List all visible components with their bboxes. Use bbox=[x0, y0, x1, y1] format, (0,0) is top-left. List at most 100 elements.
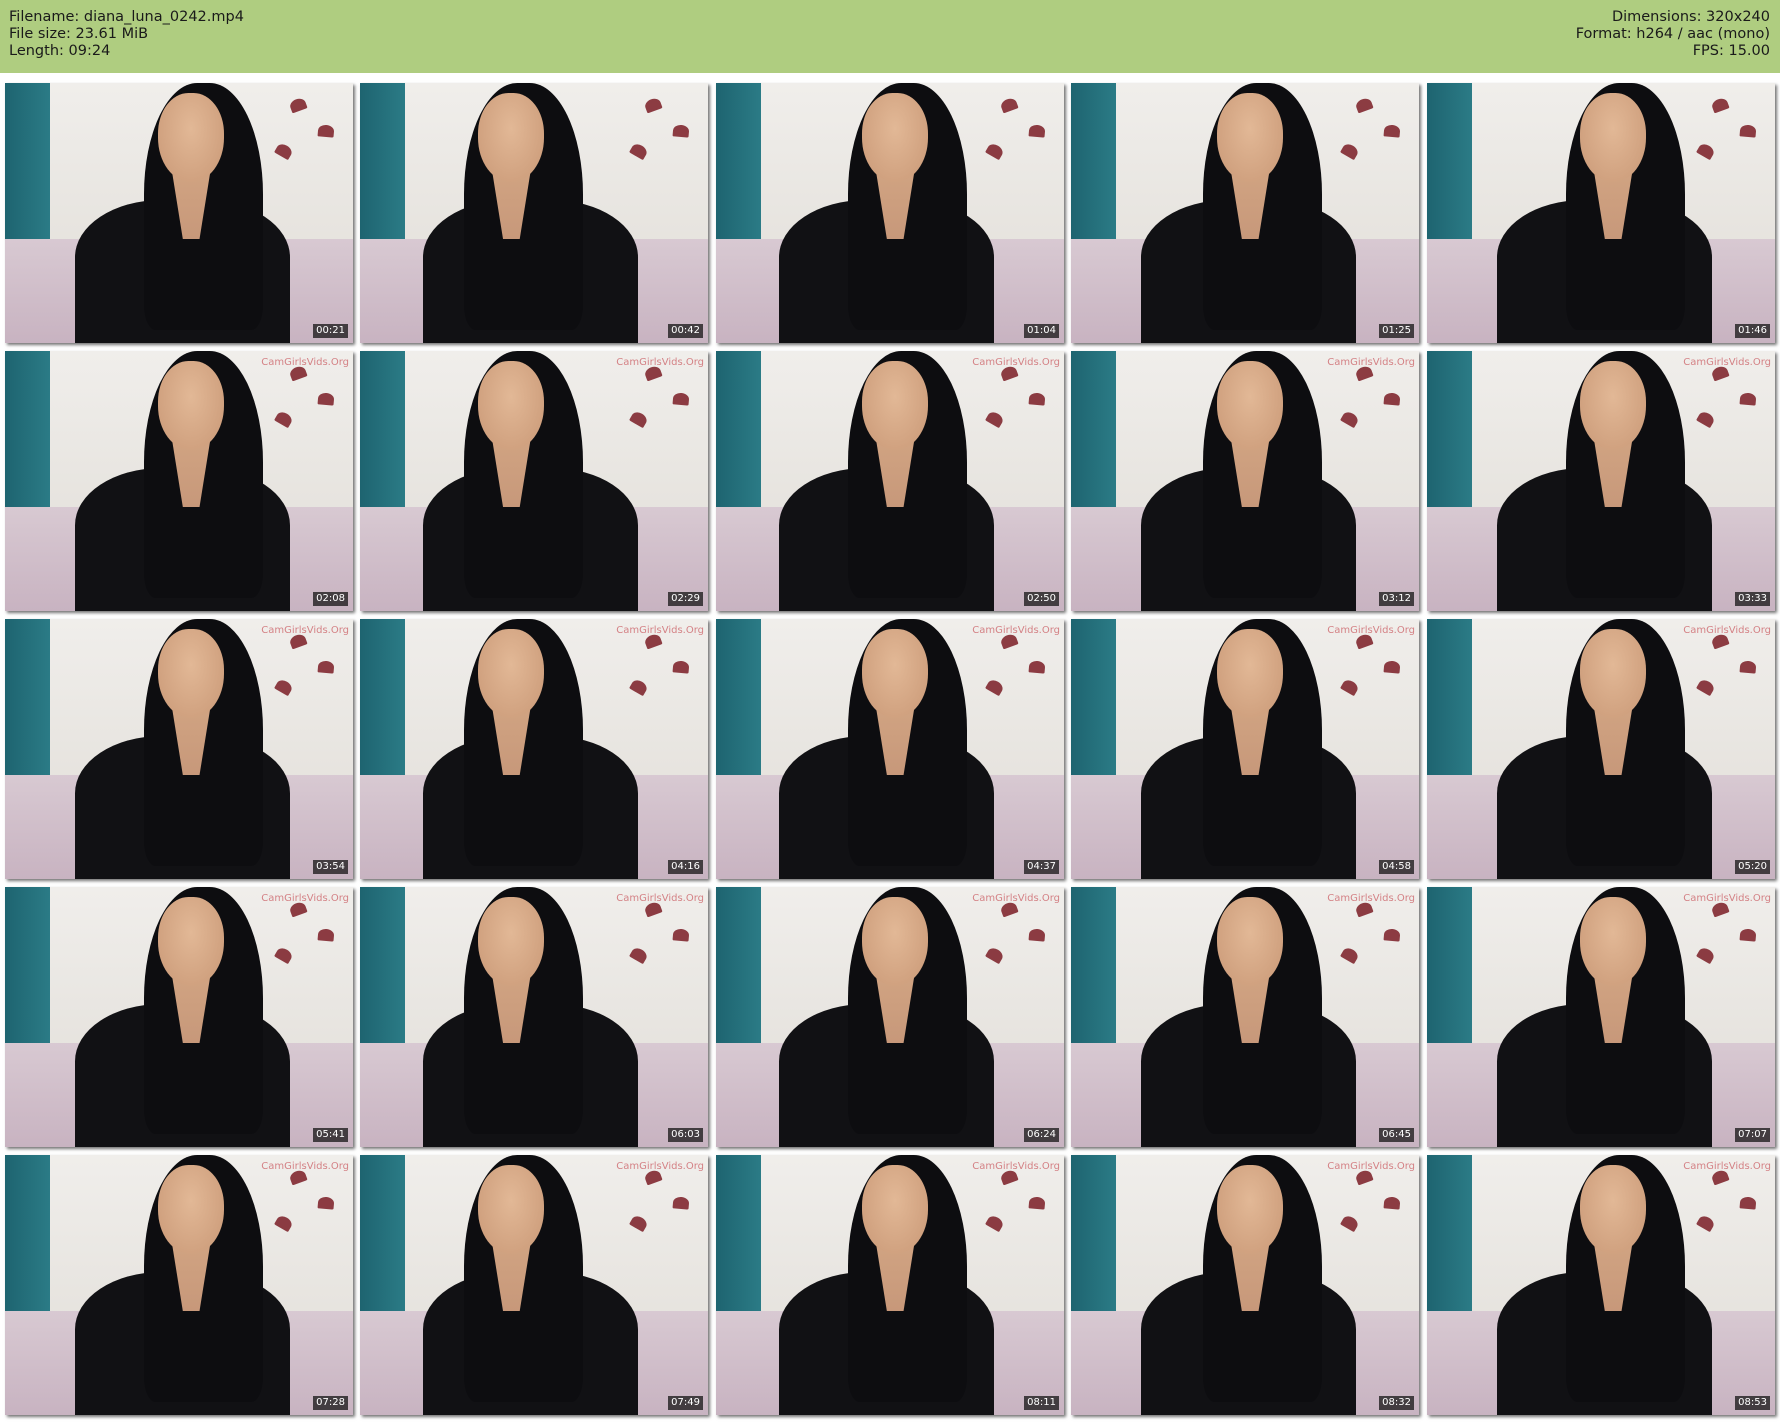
video-thumbnail: CamGirlsVids.Org 05:20 bbox=[1427, 619, 1775, 879]
video-thumbnail: 01:04 bbox=[716, 83, 1064, 343]
person-face bbox=[1580, 93, 1647, 182]
video-thumbnail: CamGirlsVids.Org 02:50 bbox=[716, 351, 1064, 611]
video-thumbnail: 01:46 bbox=[1427, 83, 1775, 343]
thumbnail-wall-left bbox=[360, 351, 406, 518]
file-info-right: Dimensions: 320x240 Format: h264 / aac (… bbox=[1576, 9, 1770, 60]
video-thumbnail: CamGirlsVids.Org 06:03 bbox=[360, 887, 708, 1147]
video-thumbnail: CamGirlsVids.Org 05:41 bbox=[5, 887, 353, 1147]
timestamp-label: 03:12 bbox=[1379, 592, 1414, 606]
video-thumbnail: CamGirlsVids.Org 08:53 bbox=[1427, 1155, 1775, 1415]
video-thumbnail: CamGirlsVids.Org 06:45 bbox=[1071, 887, 1419, 1147]
person-face bbox=[478, 93, 545, 182]
watermark-text: CamGirlsVids.Org bbox=[1327, 357, 1415, 368]
watermark-text: CamGirlsVids.Org bbox=[1683, 893, 1771, 904]
thumbnail-wall-left bbox=[360, 1155, 406, 1322]
person-face bbox=[862, 897, 929, 986]
person-face bbox=[478, 629, 545, 718]
timestamp-label: 01:04 bbox=[1024, 324, 1059, 338]
person-face bbox=[1217, 629, 1284, 718]
watermark-text: CamGirlsVids.Org bbox=[616, 1161, 704, 1172]
watermark-text: CamGirlsVids.Org bbox=[972, 357, 1060, 368]
person-face bbox=[158, 93, 225, 182]
filename-text: Filename: diana_luna_0242.mp4 bbox=[9, 9, 244, 25]
watermark-text: CamGirlsVids.Org bbox=[972, 625, 1060, 636]
thumbnail-wall-left bbox=[1427, 1155, 1473, 1322]
watermark-text: CamGirlsVids.Org bbox=[616, 357, 704, 368]
person-face bbox=[478, 361, 545, 450]
thumbnail-wall-left bbox=[1427, 351, 1473, 518]
thumbnail-wall-left bbox=[360, 887, 406, 1054]
timestamp-label: 03:54 bbox=[313, 860, 348, 874]
timestamp-label: 08:32 bbox=[1379, 1396, 1414, 1410]
timestamp-label: 05:20 bbox=[1735, 860, 1770, 874]
thumbnail-wall-left bbox=[360, 83, 406, 250]
timestamp-label: 01:25 bbox=[1379, 324, 1414, 338]
video-thumbnail: CamGirlsVids.Org 07:07 bbox=[1427, 887, 1775, 1147]
thumbnail-wall-left bbox=[1071, 887, 1117, 1054]
video-thumbnail: CamGirlsVids.Org 04:58 bbox=[1071, 619, 1419, 879]
thumbnail-wall-left bbox=[5, 887, 51, 1054]
thumbnail-wall-left bbox=[1427, 619, 1473, 786]
video-thumbnail: CamGirlsVids.Org 03:12 bbox=[1071, 351, 1419, 611]
timestamp-label: 00:42 bbox=[668, 324, 703, 338]
timestamp-label: 02:08 bbox=[313, 592, 348, 606]
person-face bbox=[1580, 897, 1647, 986]
video-thumbnail: CamGirlsVids.Org 04:16 bbox=[360, 619, 708, 879]
video-thumbnail: CamGirlsVids.Org 07:28 bbox=[5, 1155, 353, 1415]
person-face bbox=[1217, 93, 1284, 182]
length-text: Length: 09:24 bbox=[9, 43, 111, 59]
video-thumbnail: CamGirlsVids.Org 04:37 bbox=[716, 619, 1064, 879]
timestamp-label: 01:46 bbox=[1735, 324, 1770, 338]
video-thumbnail: CamGirlsVids.Org 03:33 bbox=[1427, 351, 1775, 611]
person-face bbox=[1580, 361, 1647, 450]
thumbnail-wall-left bbox=[5, 619, 51, 786]
person-face bbox=[1580, 1165, 1647, 1254]
watermark-text: CamGirlsVids.Org bbox=[1683, 625, 1771, 636]
person-face bbox=[862, 1165, 929, 1254]
watermark-text: CamGirlsVids.Org bbox=[261, 893, 349, 904]
person-face bbox=[1217, 361, 1284, 450]
watermark-text: CamGirlsVids.Org bbox=[261, 1161, 349, 1172]
watermark-text: CamGirlsVids.Org bbox=[1327, 1161, 1415, 1172]
fps-text: FPS: 15.00 bbox=[1692, 43, 1770, 59]
person-face bbox=[478, 1165, 545, 1254]
timestamp-label: 04:58 bbox=[1379, 860, 1414, 874]
watermark-text: CamGirlsVids.Org bbox=[1683, 357, 1771, 368]
info-header: Filename: diana_luna_0242.mp4 File size:… bbox=[0, 0, 1780, 73]
thumbnail-wall-left bbox=[5, 1155, 51, 1322]
timestamp-label: 00:21 bbox=[313, 324, 348, 338]
timestamp-label: 04:37 bbox=[1024, 860, 1059, 874]
thumbnail-wall-left bbox=[360, 619, 406, 786]
watermark-text: CamGirlsVids.Org bbox=[261, 625, 349, 636]
watermark-text: CamGirlsVids.Org bbox=[261, 357, 349, 368]
format-text: Format: h264 / aac (mono) bbox=[1575, 26, 1770, 42]
video-thumbnail: CamGirlsVids.Org 02:29 bbox=[360, 351, 708, 611]
video-thumbnail: CamGirlsVids.Org 06:24 bbox=[716, 887, 1064, 1147]
timestamp-label: 05:41 bbox=[313, 1128, 348, 1142]
timestamp-label: 07:49 bbox=[668, 1396, 703, 1410]
watermark-text: CamGirlsVids.Org bbox=[616, 625, 704, 636]
thumbnail-grid: 00:21 00:42 01:04 01:25 01:46 CamGirlsVids.Or… bbox=[0, 73, 1780, 1423]
timestamp-label: 07:07 bbox=[1735, 1128, 1770, 1142]
timestamp-label: 02:29 bbox=[668, 592, 703, 606]
thumbnail-wall-left bbox=[1071, 619, 1117, 786]
thumbnail-wall-left bbox=[5, 83, 51, 250]
timestamp-label: 07:28 bbox=[313, 1396, 348, 1410]
video-thumbnail: CamGirlsVids.Org 03:54 bbox=[5, 619, 353, 879]
file-info-left: Filename: diana_luna_0242.mp4 File size:… bbox=[9, 9, 244, 60]
thumbnail-wall-left bbox=[716, 351, 762, 518]
watermark-text: CamGirlsVids.Org bbox=[1327, 893, 1415, 904]
person-face bbox=[1580, 629, 1647, 718]
video-thumbnail: CamGirlsVids.Org 08:11 bbox=[716, 1155, 1064, 1415]
thumbnail-wall-left bbox=[1427, 83, 1473, 250]
person-face bbox=[862, 629, 929, 718]
person-face bbox=[158, 629, 225, 718]
person-face bbox=[862, 93, 929, 182]
dimensions-text: Dimensions: 320x240 bbox=[1611, 9, 1770, 25]
thumbnail-wall-left bbox=[716, 619, 762, 786]
timestamp-label: 06:24 bbox=[1024, 1128, 1059, 1142]
person-face bbox=[478, 897, 545, 986]
thumbnail-wall-left bbox=[1071, 351, 1117, 518]
thumbnail-wall-left bbox=[716, 887, 762, 1054]
video-thumbnail: CamGirlsVids.Org 07:49 bbox=[360, 1155, 708, 1415]
